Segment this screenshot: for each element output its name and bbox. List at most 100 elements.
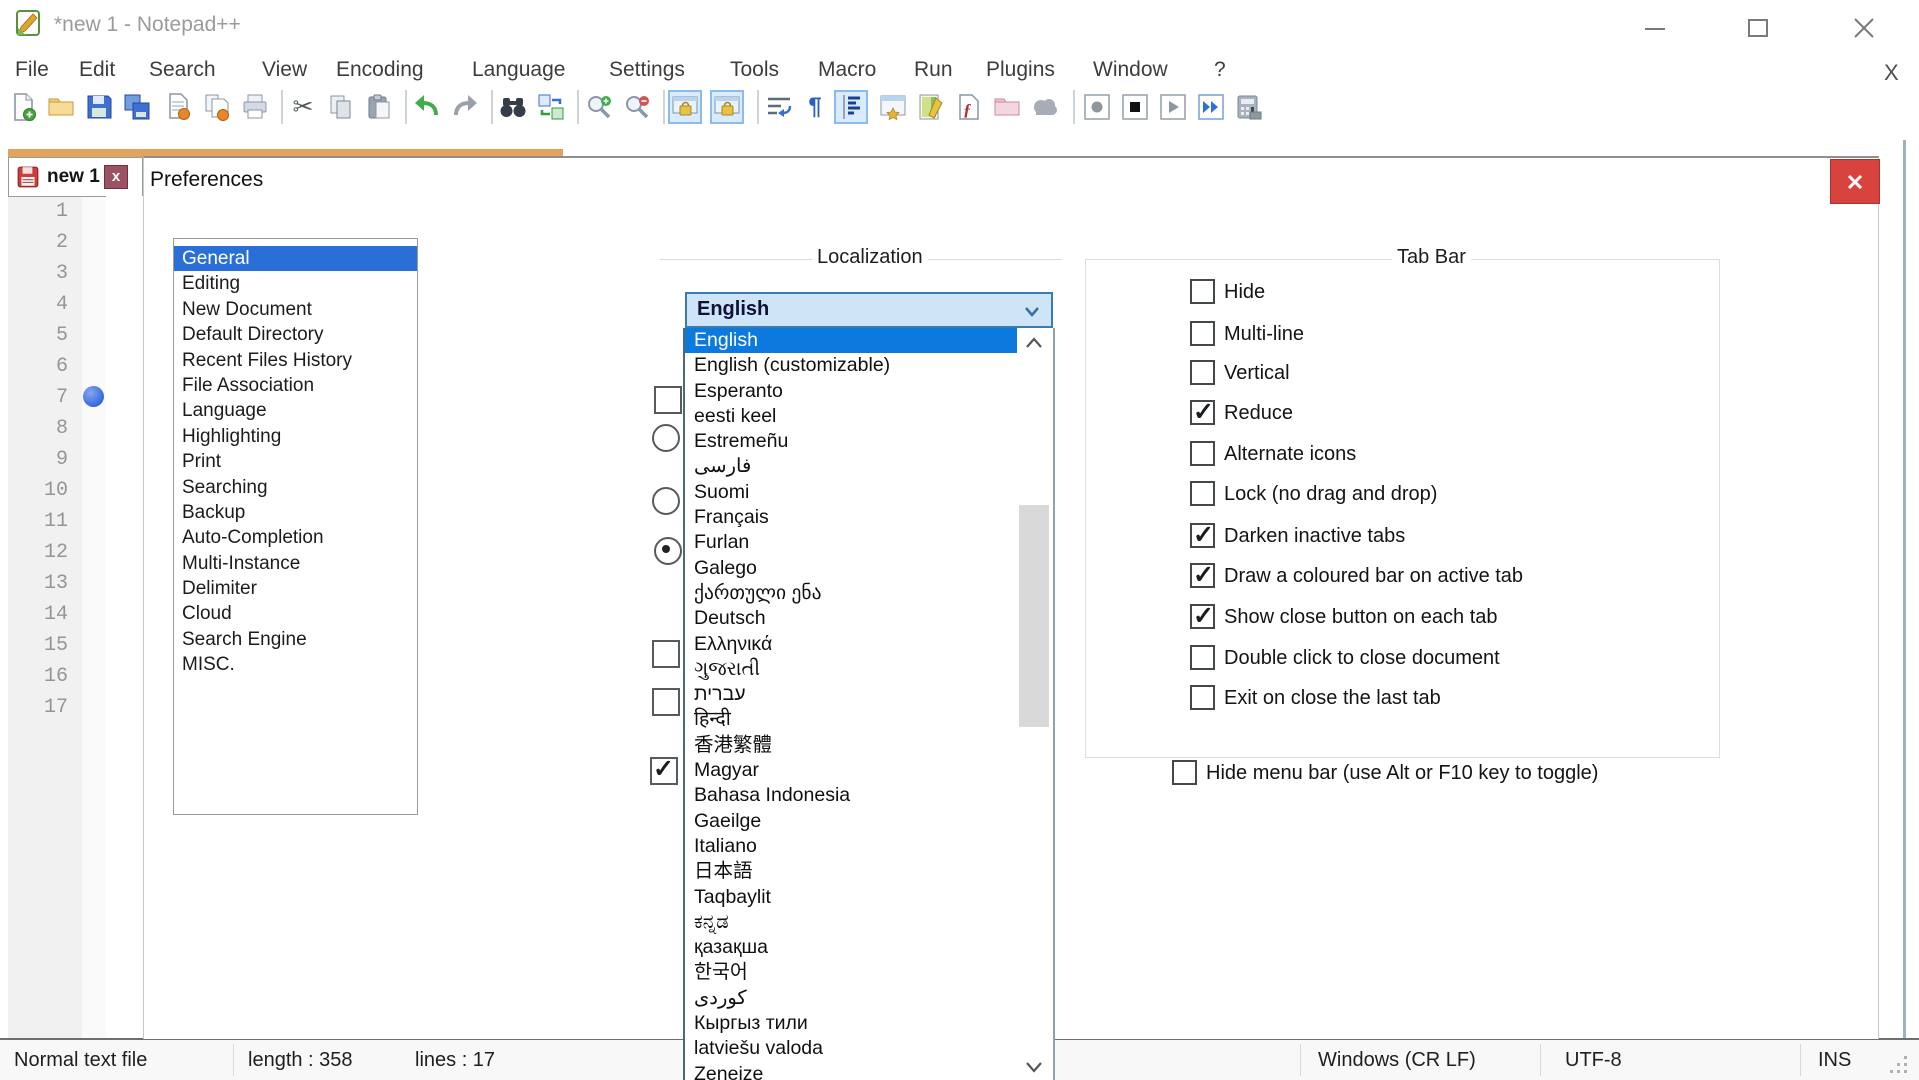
language-option[interactable]: Deutsch bbox=[685, 606, 1017, 631]
scroll-down-icon[interactable] bbox=[1017, 1054, 1051, 1080]
checkbox[interactable] bbox=[1172, 760, 1197, 785]
function-list-icon[interactable]: ƒ bbox=[954, 92, 984, 122]
zoom-out-icon[interactable] bbox=[622, 92, 652, 122]
category-default-directory[interactable]: Default Directory bbox=[174, 322, 417, 347]
cut-icon[interactable]: ✂ bbox=[288, 92, 318, 122]
record-macro-icon[interactable] bbox=[1082, 92, 1112, 122]
language-option[interactable]: Gaeilge bbox=[685, 809, 1017, 834]
dropdown-scrollbar[interactable] bbox=[1017, 330, 1051, 1080]
scroll-up-icon[interactable] bbox=[1017, 330, 1051, 356]
language-option[interactable]: Taqbaylit bbox=[685, 885, 1017, 910]
find-icon[interactable] bbox=[498, 92, 528, 122]
category-misc[interactable]: MISC. bbox=[174, 652, 417, 677]
checkbox-label[interactable]: Lock (no drag and drop) bbox=[1224, 481, 1437, 507]
language-option[interactable]: עברית bbox=[685, 682, 1017, 707]
language-option[interactable]: ಕನ್ನಡ bbox=[685, 910, 1017, 935]
language-option[interactable]: Français bbox=[685, 505, 1017, 530]
scrollbar-thumb[interactable] bbox=[1019, 505, 1049, 727]
language-option[interactable]: English (customizable) bbox=[685, 353, 1017, 378]
category-delimiter[interactable]: Delimiter bbox=[174, 576, 417, 601]
document-close-x[interactable]: X bbox=[1884, 60, 1899, 86]
category-searching[interactable]: Searching bbox=[174, 475, 417, 500]
category-print[interactable]: Print bbox=[174, 449, 417, 474]
checkbox[interactable] bbox=[1190, 279, 1215, 304]
folder-as-workspace-icon[interactable] bbox=[992, 92, 1022, 122]
chevron-down-icon[interactable] bbox=[1021, 300, 1043, 327]
checkbox[interactable] bbox=[1190, 441, 1215, 466]
preferences-close-button[interactable] bbox=[1830, 159, 1880, 204]
checkbox[interactable] bbox=[1190, 481, 1215, 506]
language-option[interactable]: Furlan bbox=[685, 530, 1017, 555]
checkbox[interactable] bbox=[1190, 523, 1215, 548]
language-option[interactable]: ქართული ენა bbox=[685, 581, 1017, 606]
run-macro-multiple-times-icon[interactable] bbox=[1196, 92, 1226, 122]
zoom-in-icon[interactable] bbox=[584, 92, 614, 122]
close-all-files-icon[interactable] bbox=[202, 92, 232, 122]
language-option[interactable]: latviešu valoda bbox=[685, 1036, 1017, 1061]
indent-guide-icon[interactable] bbox=[836, 92, 866, 122]
checkbox-label[interactable]: Hide menu bar (use Alt or F10 key to tog… bbox=[1206, 760, 1598, 786]
save-all-icon[interactable] bbox=[122, 92, 152, 122]
menu-window[interactable]: Window bbox=[1093, 58, 1168, 82]
redo-icon[interactable] bbox=[450, 92, 480, 122]
save-recorded-macro-icon[interactable] bbox=[1234, 92, 1264, 122]
checkbox[interactable] bbox=[1190, 360, 1215, 385]
menu-language[interactable]: Language bbox=[472, 58, 565, 82]
checkbox-label[interactable]: Darken inactive tabs bbox=[1224, 523, 1405, 549]
category-language[interactable]: Language bbox=[174, 398, 417, 423]
resize-grip[interactable] bbox=[1884, 1054, 1910, 1076]
window-close-button[interactable] bbox=[1842, 8, 1886, 48]
open-file-icon[interactable] bbox=[46, 92, 76, 122]
show-all-characters-icon[interactable]: ¶ bbox=[800, 92, 830, 122]
sync-vertical-scrolling-icon[interactable] bbox=[670, 92, 700, 122]
language-option[interactable]: Magyar bbox=[685, 758, 1017, 783]
playback-macro-icon[interactable] bbox=[1158, 92, 1188, 122]
language-option[interactable]: Galego bbox=[685, 556, 1017, 581]
category-cloud[interactable]: Cloud bbox=[174, 601, 417, 626]
document-map-icon[interactable] bbox=[916, 92, 946, 122]
category-editing[interactable]: Editing bbox=[174, 271, 417, 296]
language-option[interactable]: Кыргыз тили bbox=[685, 1011, 1017, 1036]
menu-run[interactable]: Run bbox=[914, 58, 953, 82]
maximize-button[interactable] bbox=[1736, 8, 1780, 48]
stop-recording-icon[interactable] bbox=[1120, 92, 1150, 122]
localization-combobox[interactable]: English bbox=[685, 292, 1053, 328]
checkbox-label[interactable]: Reduce bbox=[1224, 400, 1293, 426]
menu-plugins[interactable]: Plugins bbox=[986, 58, 1055, 82]
menu-help[interactable]: ? bbox=[1214, 58, 1226, 82]
checkbox[interactable] bbox=[1190, 321, 1215, 346]
checkbox-label[interactable]: Draw a coloured bar on active tab bbox=[1224, 563, 1523, 589]
menu-macro[interactable]: Macro bbox=[818, 58, 876, 82]
category-multi-instance[interactable]: Multi-Instance bbox=[174, 551, 417, 576]
language-option[interactable]: 한국어 bbox=[685, 960, 1017, 985]
language-option[interactable]: 香港繁體 bbox=[685, 733, 1017, 758]
language-option[interactable]: Esperanto bbox=[685, 379, 1017, 404]
bookmark-margin[interactable] bbox=[82, 196, 106, 1039]
language-option-english[interactable]: English bbox=[685, 328, 1017, 353]
language-option[interactable]: हिन्दी bbox=[685, 707, 1017, 732]
language-option[interactable]: Bahasa Indonesia bbox=[685, 783, 1017, 808]
category-general[interactable]: General bbox=[174, 246, 417, 271]
tab-close-icon[interactable]: x bbox=[104, 165, 128, 189]
checkbox-label[interactable]: Exit on close the last tab bbox=[1224, 685, 1441, 711]
menu-view[interactable]: View bbox=[262, 58, 307, 82]
menu-tools[interactable]: Tools bbox=[730, 58, 779, 82]
category-new-document[interactable]: New Document bbox=[174, 297, 417, 322]
language-option[interactable]: Italiano bbox=[685, 834, 1017, 859]
menu-file[interactable]: File bbox=[15, 58, 49, 82]
checkbox-label[interactable]: Multi-line bbox=[1224, 321, 1304, 347]
paste-icon[interactable] bbox=[364, 92, 394, 122]
checkbox[interactable] bbox=[1190, 563, 1215, 588]
language-option[interactable]: کوردی bbox=[685, 986, 1017, 1011]
checkbox[interactable] bbox=[1190, 685, 1215, 710]
language-option[interactable]: Estremeñu bbox=[685, 429, 1017, 454]
checkbox-label[interactable]: Alternate icons bbox=[1224, 441, 1356, 467]
copy-icon[interactable] bbox=[326, 92, 356, 122]
print-icon[interactable] bbox=[240, 92, 270, 122]
user-defined-dialog-icon[interactable] bbox=[878, 92, 908, 122]
checkbox[interactable] bbox=[1190, 400, 1215, 425]
checkbox-label[interactable]: Double click to close document bbox=[1224, 645, 1500, 671]
new-file-icon[interactable] bbox=[8, 92, 38, 122]
category-search-engine[interactable]: Search Engine bbox=[174, 627, 417, 652]
category-file-association[interactable]: File Association bbox=[174, 373, 417, 398]
